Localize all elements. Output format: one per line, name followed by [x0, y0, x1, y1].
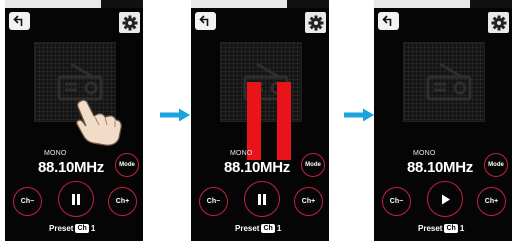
frequency-display: 88.10MHz — [407, 159, 473, 176]
settings-button[interactable] — [488, 12, 509, 33]
play-pause-button[interactable] — [244, 181, 280, 217]
radio-icon — [426, 62, 472, 101]
back-button[interactable] — [9, 12, 30, 30]
radio-screen-1: MONO 88.10MHz Mode Ch− Ch+ Preset Ch 1 — [5, 0, 143, 241]
radio-album-art — [403, 42, 485, 122]
frequency-display: 88.10MHz — [38, 159, 104, 176]
mode-button[interactable]: Mode — [484, 153, 508, 177]
mode-button[interactable]: Mode — [301, 153, 325, 177]
settings-button[interactable] — [305, 12, 326, 33]
play-pause-button[interactable] — [427, 181, 463, 217]
preset-indicator: Preset Ch 1 — [49, 224, 95, 233]
tap-hand-icon — [76, 99, 122, 146]
preset-channel-badge: Ch — [261, 224, 275, 233]
flow-arrow-icon — [344, 108, 374, 122]
back-arrow-icon — [381, 15, 391, 26]
channel-down-button[interactable]: Ch− — [13, 187, 42, 216]
preset-number: 1 — [276, 224, 282, 233]
play-pause-button[interactable] — [58, 181, 94, 217]
radio-screen-3: MONO 88.10MHz Mode Ch− Ch+ Preset Ch 1 — [374, 0, 512, 241]
back-arrow-icon — [198, 15, 208, 26]
frequency-display: 88.10MHz — [224, 159, 290, 176]
preset-label: Preset — [49, 224, 74, 233]
preset-number: 1 — [90, 224, 96, 233]
preset-indicator: Preset Ch 1 — [235, 224, 281, 233]
pause-icon — [72, 193, 80, 205]
channel-up-button[interactable]: Ch+ — [294, 187, 323, 216]
gear-icon — [308, 15, 323, 30]
top-status-bar — [5, 0, 143, 8]
play-icon — [441, 194, 450, 204]
top-status-bar — [191, 0, 329, 8]
channel-down-button[interactable]: Ch− — [199, 187, 228, 216]
flow-arrow-icon — [160, 108, 190, 122]
mono-label: MONO — [44, 150, 67, 157]
preset-number: 1 — [459, 224, 465, 233]
mono-label: MONO — [413, 150, 436, 157]
settings-button[interactable] — [119, 12, 140, 33]
pause-icon — [258, 193, 266, 205]
gear-icon — [491, 15, 506, 30]
channel-down-button[interactable]: Ch− — [382, 187, 411, 216]
preset-label: Preset — [235, 224, 260, 233]
back-button[interactable] — [378, 12, 399, 30]
preset-channel-badge: Ch — [75, 224, 89, 233]
back-arrow-icon — [12, 15, 22, 26]
back-button[interactable] — [195, 12, 216, 30]
radio-screen-2: MONO 88.10MHz Mode Ch− Ch+ Preset Ch 1 — [191, 0, 329, 241]
preset-indicator: Preset Ch 1 — [418, 224, 464, 233]
top-status-bar — [374, 0, 512, 8]
channel-up-button[interactable]: Ch+ — [477, 187, 506, 216]
pause-overlay-icon — [247, 82, 291, 160]
channel-up-button[interactable]: Ch+ — [108, 187, 137, 216]
gear-icon — [122, 15, 137, 30]
mode-button[interactable]: Mode — [115, 153, 139, 177]
mono-label: MONO — [230, 150, 253, 157]
preset-label: Preset — [418, 224, 443, 233]
preset-channel-badge: Ch — [444, 224, 458, 233]
